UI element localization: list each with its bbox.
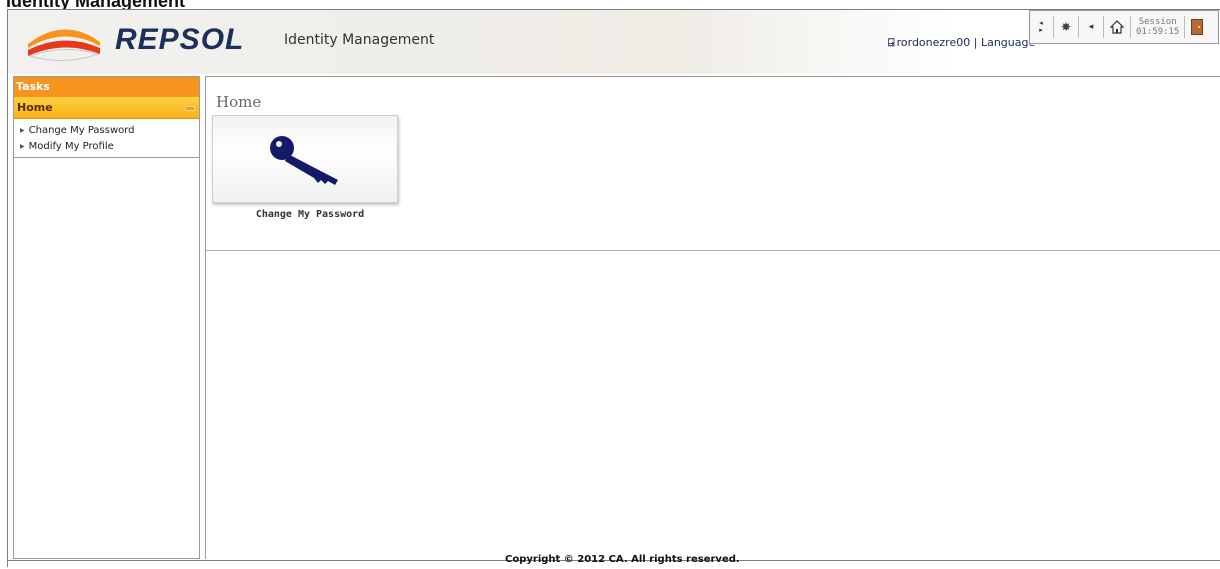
- user-name[interactable]: rordonezre00: [897, 36, 971, 49]
- header-toolbar: ◂ ▸ ✸ ◂ Session 01:59:15: [1029, 10, 1219, 44]
- task-item-label: Change My Password: [28, 125, 135, 136]
- tasks-header: Tasks: [14, 77, 199, 97]
- task-list: ▶ Change My Password ▶ Modify My Profile: [14, 123, 199, 158]
- app-header: REPSOL Identity Management ⍈ rordonezre00…: [8, 10, 1220, 74]
- main-content: Home Change My Password: [205, 76, 1220, 559]
- toolbar-divider: [1184, 16, 1186, 38]
- language-link[interactable]: Language: [981, 36, 1035, 49]
- header-separator: |: [973, 36, 978, 49]
- prev-next-icon[interactable]: ◂ ▸: [1034, 14, 1048, 40]
- back-icon[interactable]: ◂: [1084, 14, 1098, 40]
- repsol-logo-icon: [28, 29, 100, 62]
- compass-icon[interactable]: ✸: [1059, 14, 1073, 40]
- toolbar-divider: [1053, 16, 1054, 38]
- home-panel: Home Change My Password: [206, 77, 1220, 251]
- home-section-header[interactable]: Home: [14, 97, 199, 119]
- change-password-tile[interactable]: [212, 115, 398, 203]
- key-icon: [270, 136, 338, 185]
- toolbar-divider: [1103, 16, 1104, 38]
- exit-button[interactable]: [1190, 14, 1204, 40]
- change-password-tile-label[interactable]: Change My Password: [212, 209, 408, 220]
- toolbar-divider: [1130, 16, 1131, 38]
- session-time: 01:59:15: [1136, 27, 1180, 37]
- brand-name: REPSOL: [115, 23, 245, 56]
- user-icon: ⍈: [888, 36, 895, 49]
- page-title: Home: [216, 93, 262, 111]
- home-section-label: Home: [17, 101, 53, 114]
- session-label: Session: [1138, 17, 1177, 27]
- app-name: Identity Management: [284, 32, 435, 48]
- exit-icon: [1191, 19, 1204, 35]
- arrow-right-icon: ▶: [20, 127, 25, 134]
- home-icon[interactable]: [1109, 14, 1125, 40]
- tasks-sidebar: Tasks Home ▶ Change My Password ▶ Modify M…: [13, 76, 200, 559]
- copyright-text: Copyright © 2012 CA. All rights reserved…: [505, 554, 740, 565]
- toolbar-divider: [1078, 16, 1079, 38]
- task-item-change-password[interactable]: ▶ Change My Password: [20, 123, 199, 139]
- task-item-modify-profile[interactable]: ▶ Modify My Profile: [20, 139, 199, 155]
- app-window: REPSOL Identity Management ⍈ rordonezre00…: [7, 9, 1220, 567]
- user-area: ⍈ rordonezre00 | Language: [888, 36, 1035, 50]
- collapse-icon[interactable]: [185, 106, 195, 111]
- task-item-label: Modify My Profile: [28, 141, 114, 152]
- arrow-right-icon: ▶: [20, 143, 25, 150]
- session-timer: Session 01:59:15: [1136, 17, 1179, 37]
